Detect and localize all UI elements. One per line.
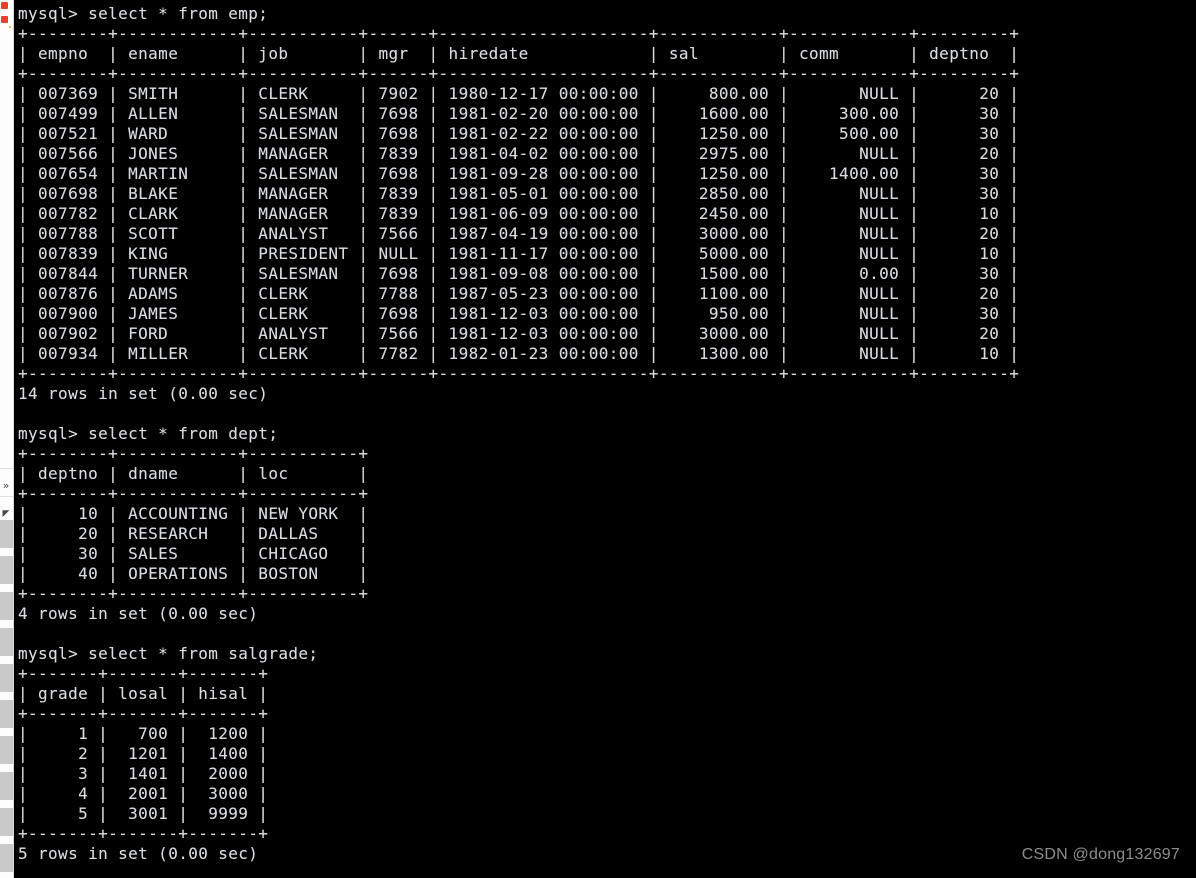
mysql-terminal[interactable]: mysql> select * from emp; +--------+----… xyxy=(14,0,1196,878)
screenshot-root: » ◤ mysql> select * from emp; +--------+… xyxy=(0,0,1196,878)
chevron-right-icon[interactable]: » xyxy=(0,480,12,492)
sidebar-item[interactable] xyxy=(0,592,13,620)
divider xyxy=(0,468,13,469)
sidebar-item[interactable] xyxy=(0,556,13,584)
sidebar-item[interactable] xyxy=(0,844,13,872)
triangle-icon[interactable]: ◤ xyxy=(0,508,12,520)
terminal-output: mysql> select * from emp; +--------+----… xyxy=(18,4,1020,863)
sidebar-item[interactable] xyxy=(0,664,13,692)
left-sidebar-strip[interactable]: » ◤ xyxy=(0,0,14,878)
sidebar-item[interactable] xyxy=(0,772,13,800)
red-marker-icon xyxy=(1,2,8,9)
sidebar-item[interactable] xyxy=(0,736,13,764)
sidebar-item[interactable] xyxy=(0,628,13,656)
red-marker-icon xyxy=(1,16,8,23)
sidebar-item[interactable] xyxy=(0,700,13,728)
divider xyxy=(0,496,13,497)
yellow-dot-icon xyxy=(9,26,11,28)
csdn-watermark: CSDN @dong132697 xyxy=(1021,846,1180,863)
sidebar-item[interactable] xyxy=(0,808,13,836)
sidebar-item[interactable] xyxy=(0,520,13,548)
